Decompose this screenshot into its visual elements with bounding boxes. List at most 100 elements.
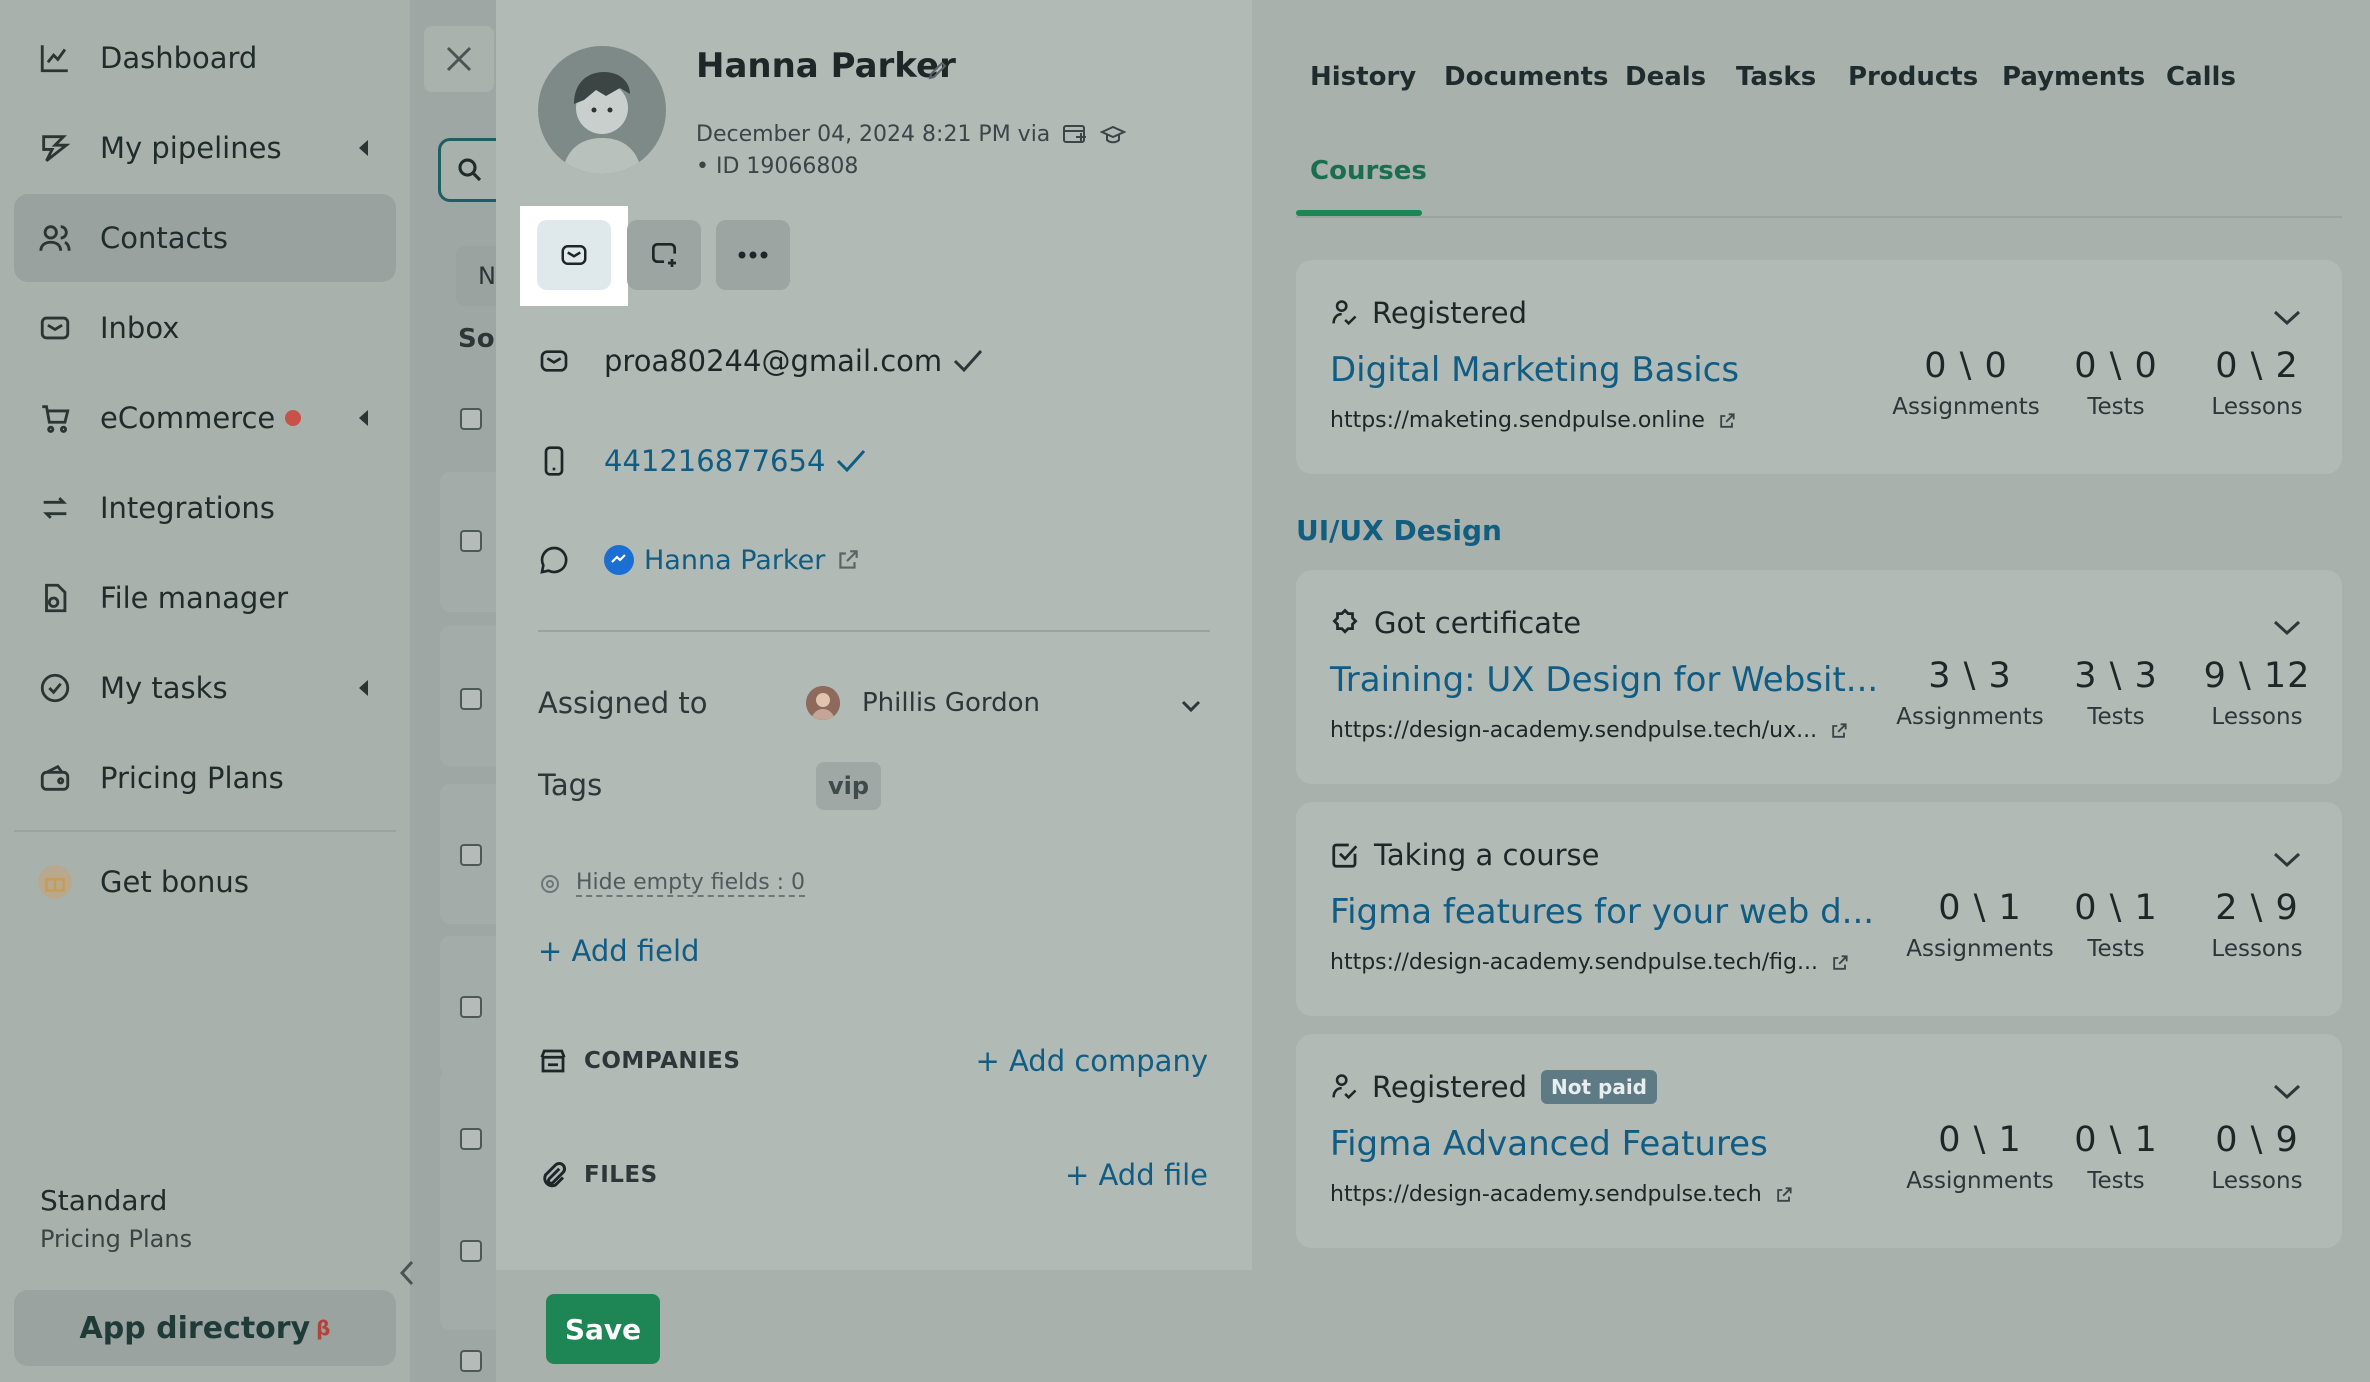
sidebar-item-label: Dashboard [100,41,258,75]
search-input[interactable] [438,138,500,202]
tab-calls[interactable]: Calls [2166,62,2236,92]
sidebar-item-integrations[interactable]: Integrations [14,464,396,552]
chevron-down-icon[interactable] [2272,308,2302,326]
stat-value: 2 \ 9 [2215,888,2299,928]
app-directory-button[interactable]: App directory β [14,1290,396,1366]
stat-label: Lessons [2211,1168,2303,1194]
course-status-label: Taking a course [1374,838,1600,872]
add-file-button[interactable]: + Add file [1065,1158,1208,1192]
more-dots-icon [738,251,768,259]
inbox-icon [40,316,70,340]
external-link-icon[interactable] [835,547,861,573]
external-link-icon[interactable] [1829,721,1849,741]
course-url-row: https://design-academy.sendpulse.tech/fi… [1330,950,1850,975]
expand-arrow-icon[interactable] [359,680,368,696]
expand-arrow-icon[interactable] [359,410,368,426]
row-checkbox[interactable] [460,688,482,710]
create-deal-button[interactable] [627,220,701,290]
assignments-stat: 0 \ 1 Assignments [1906,888,2054,962]
hide-empty-fields-toggle[interactable]: Hide empty fields : 0 [538,870,806,897]
sort-label[interactable]: So [458,324,495,354]
stat-value: 0 \ 0 [1924,346,2008,386]
certificate-icon [1332,608,1358,634]
expand-arrow-icon[interactable] [359,140,368,156]
chevron-down-icon[interactable] [1180,698,1202,714]
email-value[interactable]: proa80244@gmail.com [604,344,942,378]
files-label: FILES [584,1162,658,1188]
app-directory-label: App directory [79,1310,311,1346]
external-link-icon[interactable] [1717,411,1737,431]
tab-deals[interactable]: Deals [1625,62,1706,92]
sidebar-item-file-manager[interactable]: File manager [14,554,396,642]
course-title[interactable]: Figma Advanced Features [1330,1124,1768,1164]
email-row: proa80244@gmail.com [538,344,984,378]
tests-stat: 0 \ 0 Tests [2066,346,2166,420]
sidebar-item-label: Get bonus [100,865,249,899]
row-checkbox[interactable] [460,996,482,1018]
sidebar-item-my-pipelines[interactable]: My pipelines [14,104,396,192]
files-section-title: FILES [538,1160,658,1190]
tag-chip[interactable]: vip [816,762,882,810]
course-url[interactable]: https://design-academy.sendpulse.tech/fi… [1330,950,1818,975]
send-email-button[interactable] [537,220,611,290]
sidebar-item-inbox[interactable]: Inbox [14,284,396,372]
assignments-stat: 0 \ 0 Assignments [1892,346,2040,420]
external-link-icon[interactable] [1830,953,1850,973]
tab-products[interactable]: Products [1848,62,1978,92]
row-checkbox[interactable] [460,1240,482,1262]
row-checkbox[interactable] [460,530,482,552]
tab-courses[interactable]: Courses [1310,156,1427,186]
sidebar-item-my-tasks[interactable]: My tasks [14,644,396,732]
stat-label: Tests [2087,394,2145,420]
stat-label: Tests [2087,1168,2145,1194]
sidebar-item-contacts[interactable]: Contacts [14,194,396,282]
external-link-icon[interactable] [1774,1185,1794,1205]
list-tab[interactable]: N [456,246,500,306]
sidebar-item-dashboard[interactable]: Dashboard [14,14,396,102]
add-company-button[interactable]: + Add company [975,1044,1208,1078]
sidebar-item-label: File manager [100,581,289,615]
assignee-name: Phillis Gordon [862,688,1041,718]
phone-value[interactable]: 441216877654 [604,444,825,478]
edit-pencil-icon[interactable] [926,58,950,82]
avatar[interactable] [538,46,666,174]
chevron-down-icon[interactable] [2272,618,2302,636]
sidebar-item-label: My pipelines [100,131,282,165]
graduation-cap-icon [1100,125,1127,143]
course-title[interactable]: Training: UX Design for Websit... [1330,660,1878,700]
assignee-select[interactable]: Phillis Gordon [806,686,1040,720]
course-url[interactable]: https://design-academy.sendpulse.tech/ux… [1330,718,1817,743]
tab-payments[interactable]: Payments [2002,62,2145,92]
assignments-stat: 3 \ 3 Assignments [1896,656,2044,730]
chevron-down-icon[interactable] [2272,1082,2302,1100]
add-chat-icon [652,243,676,267]
course-url[interactable]: https://maketing.sendpulse.online [1330,408,1705,433]
course-status: Got certificate [1330,606,1581,640]
gift-icon [38,865,72,899]
close-panel-button[interactable] [424,26,494,92]
course-title[interactable]: Digital Marketing Basics [1330,350,1739,390]
sidebar-item-ecommerce[interactable]: eCommerce [14,374,396,462]
row-checkbox[interactable] [460,1350,482,1372]
select-all-checkbox[interactable] [460,408,482,430]
chevron-down-icon[interactable] [2272,850,2302,868]
course-title[interactable]: Figma features for your web d... [1330,892,1874,932]
messenger-name[interactable]: Hanna Parker [644,545,825,576]
tab-tasks[interactable]: Tasks [1736,62,1816,92]
sidebar-item-label: Inbox [100,311,180,345]
course-url[interactable]: https://design-academy.sendpulse.tech [1330,1182,1762,1207]
sidebar-item-get-bonus[interactable]: Get bonus [14,838,396,926]
stat-label: Lessons [2211,394,2303,420]
tab-history[interactable]: History [1310,62,1416,92]
more-actions-button[interactable] [716,220,790,290]
tab-documents[interactable]: Documents [1444,62,1609,92]
row-checkbox[interactable] [460,1128,482,1150]
stat-value: 3 \ 3 [2074,656,2158,696]
sidebar-item-pricing-plans[interactable]: Pricing Plans [14,734,396,822]
contact-id: • ID 19066808 [696,154,859,179]
add-field-button[interactable]: + Add field [538,934,699,968]
chart-line-icon [40,45,68,73]
current-plan[interactable]: Standard Pricing Plans [40,1184,192,1253]
row-checkbox[interactable] [460,844,482,866]
save-button[interactable]: Save [546,1294,660,1364]
